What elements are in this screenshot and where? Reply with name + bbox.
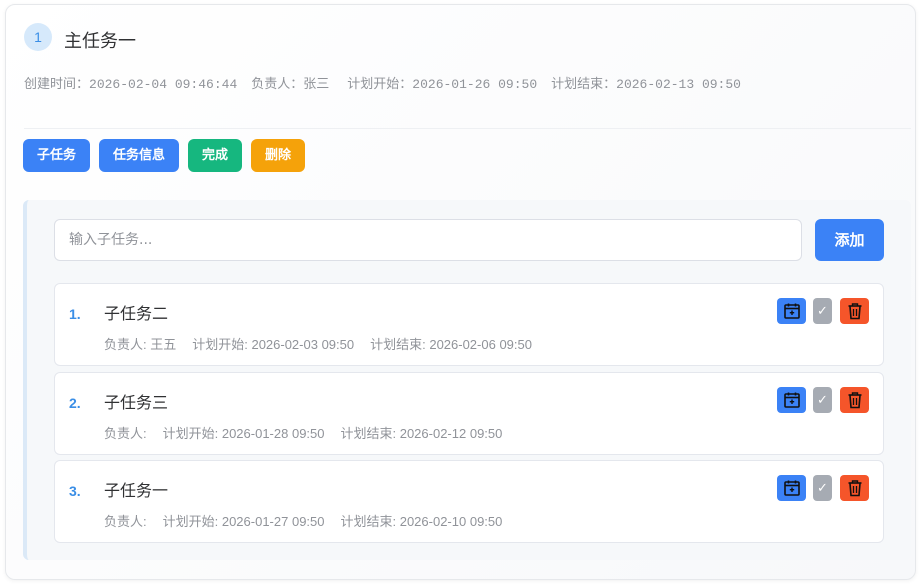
subtask-start: 计划开始: 2026-02-03 09:50 bbox=[192, 337, 355, 352]
subtask-start: 计划开始: 2026-01-28 09:50 bbox=[162, 426, 325, 441]
schedule-button[interactable] bbox=[777, 475, 806, 501]
subtask-name: 子任务二 bbox=[104, 304, 169, 323]
plan-end-label: 计划结束： bbox=[551, 77, 617, 92]
subtask-item: 1. 子任务二 负责人: 王五 计划开始: 2026-02-03 09:50 计划结… bbox=[54, 283, 884, 366]
divider bbox=[24, 128, 911, 129]
plan-end-value: 2026-02-13 09:50 bbox=[616, 77, 741, 92]
check-icon: ✓ bbox=[817, 480, 828, 496]
task-card: 1 主任务一 创建时间：2026-02-04 09:46:44 负责人：张三 计划开… bbox=[5, 4, 916, 580]
check-icon: ✓ bbox=[817, 303, 828, 319]
subtask-owner: 负责人: 王五 bbox=[104, 337, 177, 352]
subtask-item: 3. 子任务一 负责人: 计划开始: 2026-01-27 09:50 计划结束: … bbox=[54, 460, 884, 543]
plan-start-label: 计划开始： bbox=[347, 77, 413, 92]
task-title: 主任务一 bbox=[64, 31, 136, 52]
add-subtask-button[interactable]: 添加 bbox=[815, 219, 884, 261]
plan-start-value: 2026-01-26 09:50 bbox=[412, 77, 538, 92]
trash-icon bbox=[848, 303, 861, 320]
owner-value: 张三 bbox=[303, 77, 330, 92]
subtask-end: 计划结束: 2026-02-12 09:50 bbox=[340, 426, 503, 441]
delete-subtask-button[interactable] bbox=[840, 387, 869, 413]
subtask-index: 1. bbox=[69, 306, 81, 322]
subtask-index: 2. bbox=[69, 395, 81, 411]
subtask-button[interactable]: 子任务 bbox=[23, 139, 91, 172]
created-label: 创建时间： bbox=[24, 77, 90, 92]
subtask-input[interactable]: 输入子任务... bbox=[54, 219, 802, 261]
complete-subtask-button[interactable]: ✓ bbox=[813, 475, 832, 501]
delete-button[interactable]: 删除 bbox=[251, 139, 306, 172]
subtask-meta: 负责人: 计划开始: 2026-01-27 09:50 计划结束: 2026-02-… bbox=[104, 511, 518, 530]
subtask-meta: 负责人: 计划开始: 2026-01-28 09:50 计划结束: 2026-02-… bbox=[104, 423, 518, 442]
complete-subtask-button[interactable]: ✓ bbox=[813, 298, 832, 324]
task-number-badge: 1 bbox=[24, 23, 52, 51]
delete-subtask-button[interactable] bbox=[840, 475, 869, 501]
subtask-item: 2. 子任务三 负责人: 计划开始: 2026-01-28 09:50 计划结束: … bbox=[54, 372, 884, 455]
task-info-button[interactable]: 任务信息 bbox=[99, 139, 180, 172]
subtask-name: 子任务一 bbox=[104, 481, 169, 500]
subtask-owner: 负责人: bbox=[104, 514, 147, 529]
calendar-icon bbox=[783, 480, 800, 496]
subtask-index: 3. bbox=[69, 483, 81, 499]
check-icon: ✓ bbox=[817, 392, 828, 408]
owner-label: 负责人： bbox=[251, 77, 304, 92]
schedule-button[interactable] bbox=[777, 387, 806, 413]
subtask-panel: 输入子任务... 添加 1. 子任务二 负责人: 王五 计划开始: 2026-02… bbox=[23, 200, 911, 560]
subtask-end: 计划结束: 2026-02-06 09:50 bbox=[370, 337, 532, 352]
task-actions: 子任务 任务信息 完成 删除 bbox=[23, 139, 306, 172]
trash-icon bbox=[848, 480, 861, 497]
created-value: 2026-02-04 09:46:44 bbox=[89, 77, 238, 92]
subtask-name: 子任务三 bbox=[104, 393, 169, 412]
task-meta: 创建时间：2026-02-04 09:46:44 负责人：张三 计划开始：2026-… bbox=[24, 73, 755, 92]
delete-subtask-button[interactable] bbox=[840, 298, 869, 324]
schedule-button[interactable] bbox=[777, 298, 806, 324]
calendar-icon bbox=[783, 303, 800, 319]
subtask-end: 计划结束: 2026-02-10 09:50 bbox=[340, 514, 503, 529]
complete-button[interactable]: 完成 bbox=[188, 139, 243, 172]
calendar-icon bbox=[783, 392, 800, 408]
subtask-owner: 负责人: bbox=[104, 426, 147, 441]
subtask-start: 计划开始: 2026-01-27 09:50 bbox=[162, 514, 325, 529]
trash-icon bbox=[848, 392, 861, 409]
subtask-meta: 负责人: 王五 计划开始: 2026-02-03 09:50 计划结束: 2026-… bbox=[104, 334, 548, 353]
complete-subtask-button[interactable]: ✓ bbox=[813, 387, 832, 413]
